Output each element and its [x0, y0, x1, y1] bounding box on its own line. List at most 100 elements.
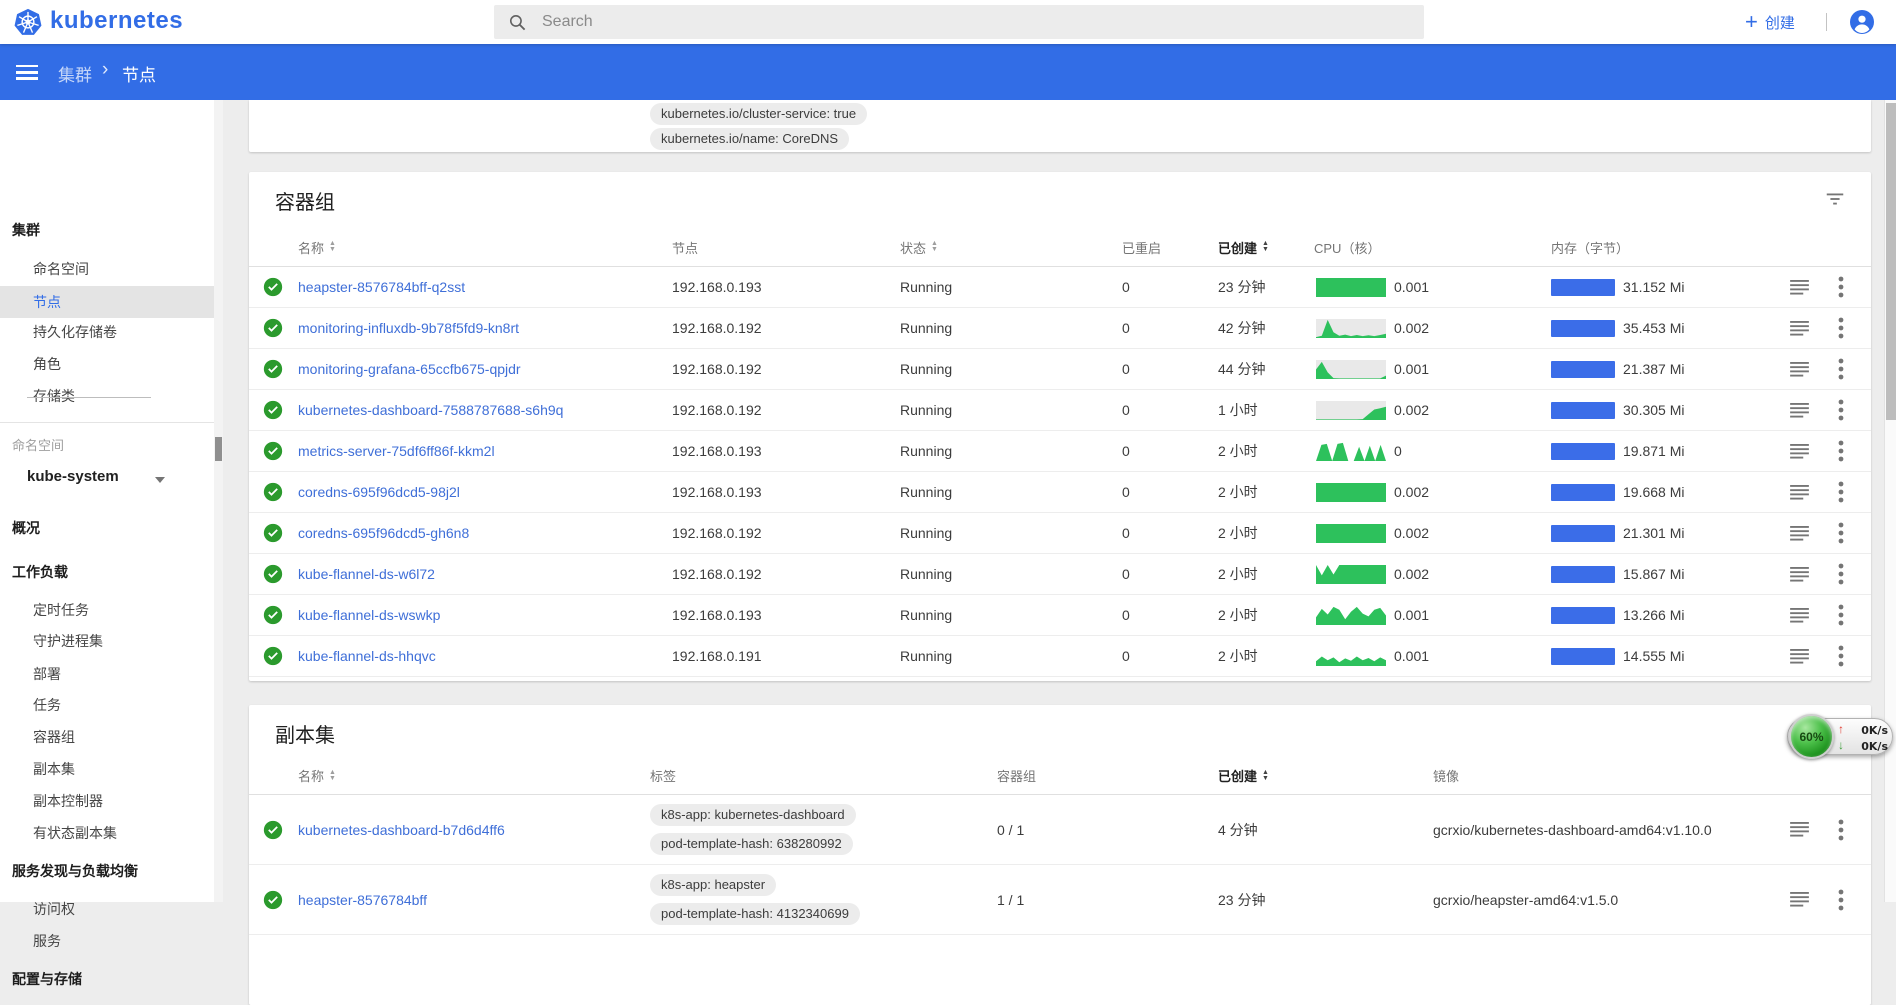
pod-cpu-graph: [1316, 308, 1386, 348]
net-speed-orb[interactable]: 60%: [1789, 714, 1834, 759]
row-menu-icon[interactable]: [1838, 819, 1844, 841]
pods-col-restarts[interactable]: 已重启: [1122, 228, 1161, 266]
sidebar-item-cluster-4[interactable]: 存储类: [0, 385, 214, 407]
sidebar-item-cluster-0[interactable]: 命名空间: [0, 258, 214, 280]
pod-node: 192.168.0.191: [672, 636, 762, 676]
pods-col-name[interactable]: 名称 ▲▼: [298, 228, 336, 266]
sidebar-item-cluster-2[interactable]: 持久化存储卷: [0, 321, 214, 343]
sidebar-item-discovery-1[interactable]: 服务: [0, 930, 214, 952]
pods-col-cpu[interactable]: CPU（核）: [1314, 228, 1380, 266]
logs-icon[interactable]: [1790, 567, 1809, 582]
pod-age: 44 分钟: [1218, 349, 1265, 389]
rs-col-images[interactable]: 镜像: [1433, 757, 1459, 794]
pod-name-link[interactable]: coredns-695f96dcd5-gh6n8: [298, 513, 469, 553]
sort-icon: ▲▼: [329, 770, 336, 782]
pod-name-link[interactable]: kube-flannel-ds-wswkp: [298, 595, 440, 635]
rs-name-link[interactable]: heapster-8576784bff: [298, 865, 427, 934]
logs-icon[interactable]: [1790, 403, 1809, 418]
sidebar-scrollbar[interactable]: [214, 100, 223, 902]
sidebar-item-cluster-3[interactable]: 角色: [0, 353, 214, 375]
logs-icon[interactable]: [1790, 526, 1809, 541]
sidebar-item-cluster-1-active[interactable]: 节点: [0, 286, 214, 318]
rs-col-labels[interactable]: 标签: [650, 757, 676, 794]
pod-name-link[interactable]: kube-flannel-ds-hhqvc: [298, 636, 436, 676]
logs-icon[interactable]: [1790, 485, 1809, 500]
cpu-sparkline: [1316, 524, 1386, 543]
row-menu-icon[interactable]: [1838, 889, 1844, 911]
logs-icon[interactable]: [1790, 362, 1809, 377]
pod-cpu-value: 0.001: [1394, 267, 1429, 307]
net-speed-widget[interactable]: 60% ↑ ↓ 0K/s 0K/s: [1787, 718, 1893, 755]
pod-restarts: 0: [1122, 636, 1130, 676]
row-menu-icon[interactable]: [1838, 276, 1844, 298]
row-menu-icon[interactable]: [1838, 481, 1844, 503]
brand-wordmark[interactable]: kubernetes: [50, 7, 183, 35]
pods-table-row: heapster-8576784bff-q2sst192.168.0.193Ru…: [249, 267, 1871, 308]
menu-icon[interactable]: [16, 65, 38, 80]
logs-icon[interactable]: [1790, 822, 1809, 837]
global-search[interactable]: [494, 5, 1424, 39]
row-menu-icon[interactable]: [1838, 522, 1844, 544]
namespace-select[interactable]: kube-system: [27, 468, 151, 490]
create-button[interactable]: + 创建: [1745, 0, 1795, 44]
pod-node: 192.168.0.192: [672, 390, 762, 430]
filter-list-icon[interactable]: [1824, 188, 1846, 210]
pods-col-memory[interactable]: 内存（字节）: [1551, 228, 1629, 266]
sidebar-item-workloads-4[interactable]: 容器组: [0, 726, 214, 748]
pod-age: 42 分钟: [1218, 308, 1265, 348]
row-menu-icon[interactable]: [1838, 399, 1844, 421]
pod-name-link[interactable]: monitoring-influxdb-9b78f5fd9-kn8rt: [298, 308, 519, 348]
pod-age: 2 小时: [1218, 431, 1258, 471]
sidebar-item-workloads-1[interactable]: 守护进程集: [0, 630, 214, 652]
row-menu-icon[interactable]: [1838, 358, 1844, 380]
sidebar-item-workloads-6[interactable]: 副本控制器: [0, 790, 214, 812]
search-input[interactable]: [542, 5, 1402, 39]
pod-name-link[interactable]: coredns-695f96dcd5-98j2l: [298, 472, 460, 512]
pod-cpu-value: 0.001: [1394, 595, 1429, 635]
rs-col-created[interactable]: 已创建 ▲▼: [1218, 757, 1269, 794]
pod-name-link[interactable]: kube-flannel-ds-w6l72: [298, 554, 435, 594]
main-scrollbar[interactable]: [1884, 100, 1896, 902]
pod-name-link[interactable]: heapster-8576784bff-q2sst: [298, 267, 465, 307]
pod-memory-graph: [1551, 554, 1615, 594]
logs-icon[interactable]: [1790, 892, 1809, 907]
download-speed: 0K/s: [1848, 740, 1888, 753]
cpu-sparkline: [1316, 606, 1386, 625]
rs-name-link[interactable]: kubernetes-dashboard-b7d6d4ff6: [298, 795, 505, 864]
logs-icon[interactable]: [1790, 444, 1809, 459]
row-menu-icon[interactable]: [1838, 604, 1844, 626]
replicasets-card: 副本集 名称 ▲▼ 标签 容器组 已创建 ▲▼ 镜像 kubernetes-da…: [249, 705, 1871, 1005]
main-scrollbar-thumb[interactable]: [1886, 103, 1896, 420]
label-chip: kubernetes.io/name: CoreDNS: [650, 128, 849, 150]
sidebar-item-workloads-7[interactable]: 有状态副本集: [0, 822, 214, 844]
sidebar-item-workloads-0[interactable]: 定时任务: [0, 599, 214, 621]
sidebar-item-overview[interactable]: 概况: [0, 517, 214, 539]
sidebar-item-workloads-5[interactable]: 副本集: [0, 758, 214, 780]
logs-icon[interactable]: [1790, 608, 1809, 623]
pods-col-status[interactable]: 状态 ▲▼: [900, 228, 938, 266]
pods-col-node[interactable]: 节点: [672, 228, 698, 266]
logs-icon[interactable]: [1790, 321, 1809, 336]
rs-col-name[interactable]: 名称 ▲▼: [298, 757, 336, 794]
breadcrumb-cluster[interactable]: 集群: [58, 61, 92, 86]
account-avatar-icon[interactable]: [1850, 10, 1874, 34]
status-ok-icon: [263, 605, 283, 625]
rs-col-pods[interactable]: 容器组: [997, 757, 1036, 794]
sidebar-item-discovery-0[interactable]: 访问权: [0, 898, 214, 920]
pods-col-created[interactable]: 已创建 ▲▼: [1218, 228, 1269, 266]
pod-name-link[interactable]: monitoring-grafana-65ccfb675-qpjdr: [298, 349, 521, 389]
row-menu-icon[interactable]: [1838, 645, 1844, 667]
pod-logs-cell: [1790, 513, 1809, 553]
row-menu-icon[interactable]: [1838, 440, 1844, 462]
logs-icon[interactable]: [1790, 649, 1809, 664]
logs-icon[interactable]: [1790, 280, 1809, 295]
breadcrumb-nodes: 节点: [122, 61, 156, 86]
sidebar-item-workloads-3[interactable]: 任务: [0, 694, 214, 716]
row-menu-icon[interactable]: [1838, 317, 1844, 339]
sidebar-scrollbar-thumb[interactable]: [215, 437, 222, 461]
pod-name-link[interactable]: kubernetes-dashboard-7588787688-s6h9q: [298, 390, 563, 430]
pod-cpu-graph: [1316, 349, 1386, 389]
row-menu-icon[interactable]: [1838, 563, 1844, 585]
sidebar-item-workloads-2[interactable]: 部署: [0, 663, 214, 685]
pod-name-link[interactable]: metrics-server-75df6ff86f-kkm2l: [298, 431, 495, 471]
